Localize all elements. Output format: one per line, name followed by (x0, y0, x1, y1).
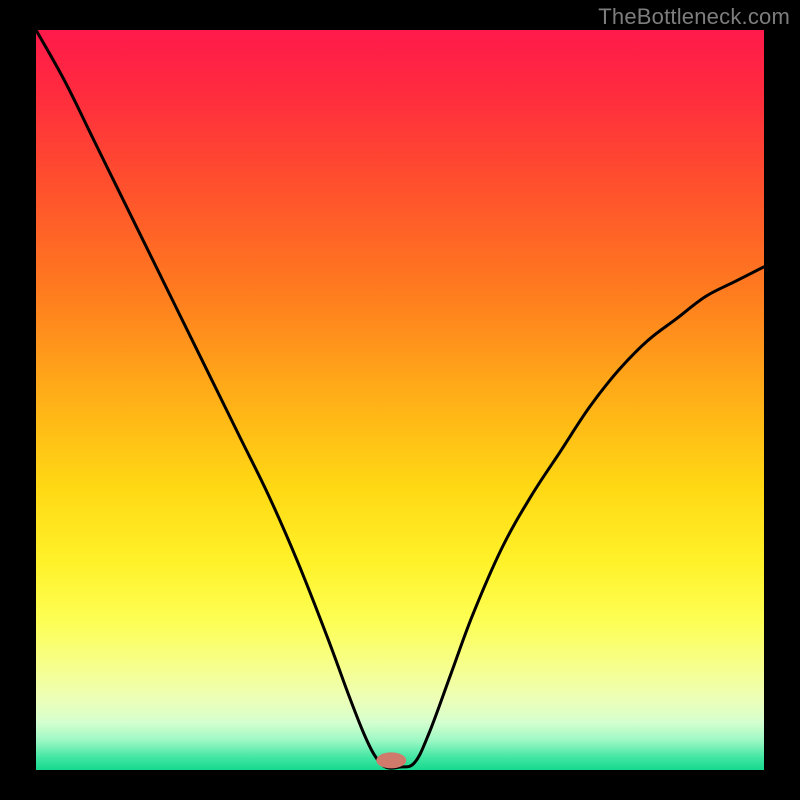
chart-frame: { "watermark": "TheBottleneck.com", "plo… (0, 0, 800, 800)
gradient-background (36, 30, 764, 770)
watermark-text: TheBottleneck.com (598, 4, 790, 30)
minimum-marker (376, 752, 406, 768)
bottleneck-chart (0, 0, 800, 800)
